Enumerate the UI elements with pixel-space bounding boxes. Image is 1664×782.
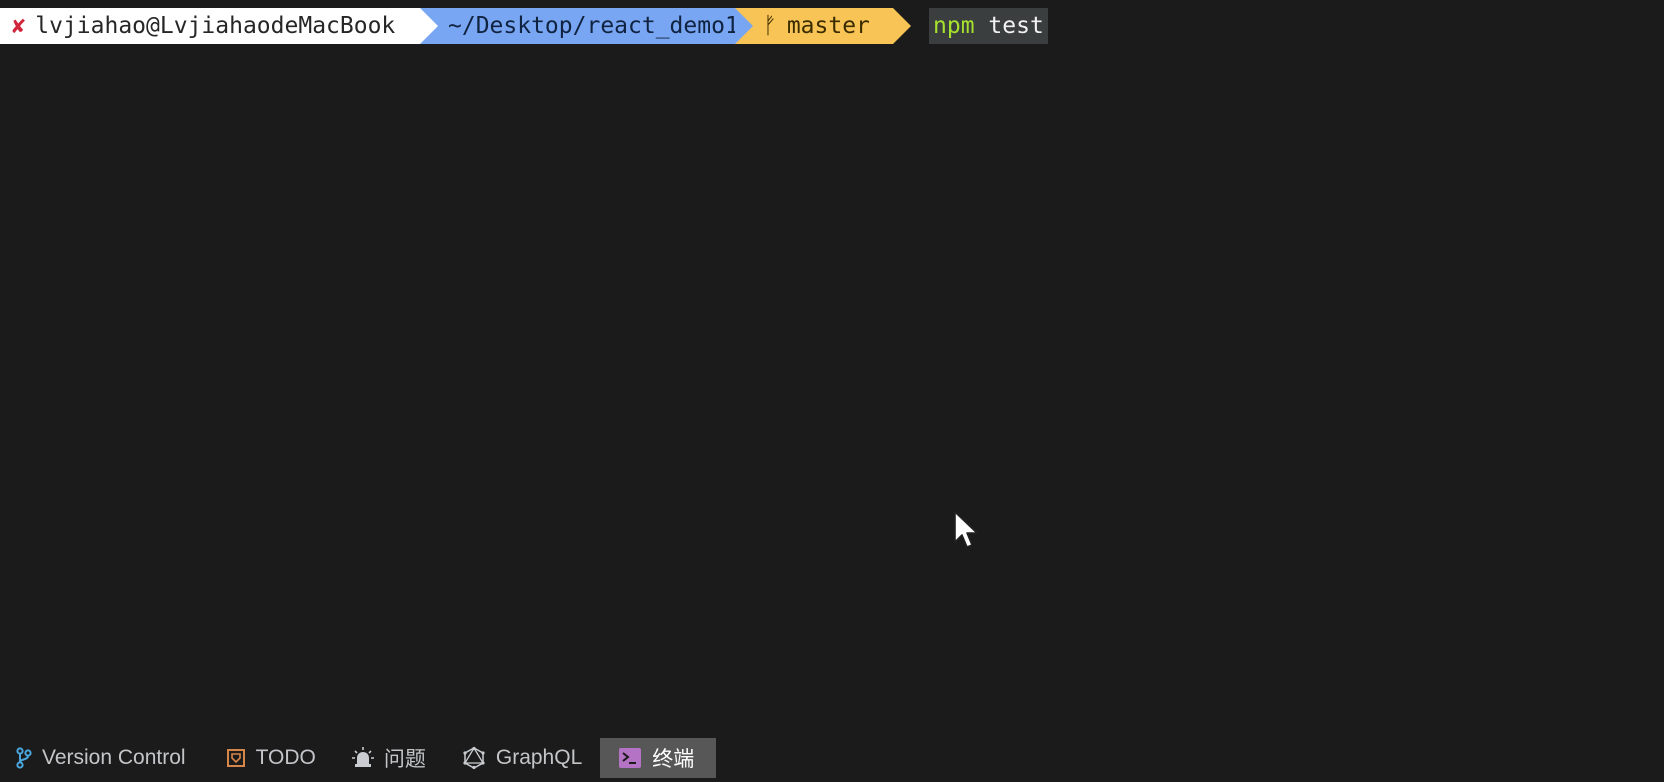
- tool-label: 问题: [383, 748, 426, 771]
- prompt-git-segment: ᚠ master: [735, 8, 911, 44]
- segment-separator-icon: [893, 8, 911, 44]
- terminal-icon: [618, 747, 642, 769]
- tool-label: Version Control: [42, 746, 186, 769]
- tool-label: TODO: [255, 746, 316, 769]
- alarm-icon: [351, 747, 374, 769]
- prompt-user-host: lvjiahao@LvjiahaodeMacBook: [35, 13, 396, 39]
- branch-icon: [16, 747, 32, 769]
- tool-todo[interactable]: TODO: [214, 738, 328, 778]
- command-args: test: [988, 13, 1044, 39]
- prompt-user-segment: ✘ lvjiahao@LvjiahaodeMacBook: [0, 8, 438, 44]
- segment-separator-icon: [420, 8, 438, 44]
- tool-window-bar: Version Control TODO 问题 GraphQL 终端: [0, 734, 1664, 782]
- tool-problems[interactable]: 问题: [340, 738, 438, 778]
- command-bin: npm: [933, 13, 975, 39]
- prompt-branch: master: [786, 13, 870, 39]
- tool-label: GraphQL: [495, 746, 583, 769]
- git-branch-icon: ᚠ: [763, 13, 777, 39]
- mouse-pointer-icon: [954, 511, 978, 548]
- todo-icon: [226, 748, 246, 768]
- tool-label: 终端: [652, 748, 695, 771]
- command-input[interactable]: npm test: [929, 8, 1048, 44]
- tool-graphql[interactable]: GraphQL: [450, 738, 594, 778]
- error-status-icon: ✘: [12, 13, 26, 39]
- tool-version-control[interactable]: Version Control: [4, 738, 198, 778]
- terminal-window: ✘ lvjiahao@LvjiahaodeMacBook ~/Desktop/re…: [0, 0, 1664, 782]
- shell-prompt: ✘ lvjiahao@LvjiahaodeMacBook ~/Desktop/re…: [0, 8, 1048, 44]
- prompt-path-segment: ~/Desktop/react_demo1: [420, 8, 753, 44]
- graphql-icon: [462, 746, 486, 770]
- segment-separator-icon: [735, 8, 753, 44]
- prompt-path: ~/Desktop/react_demo1: [448, 13, 739, 39]
- tool-terminal[interactable]: 终端: [600, 738, 717, 778]
